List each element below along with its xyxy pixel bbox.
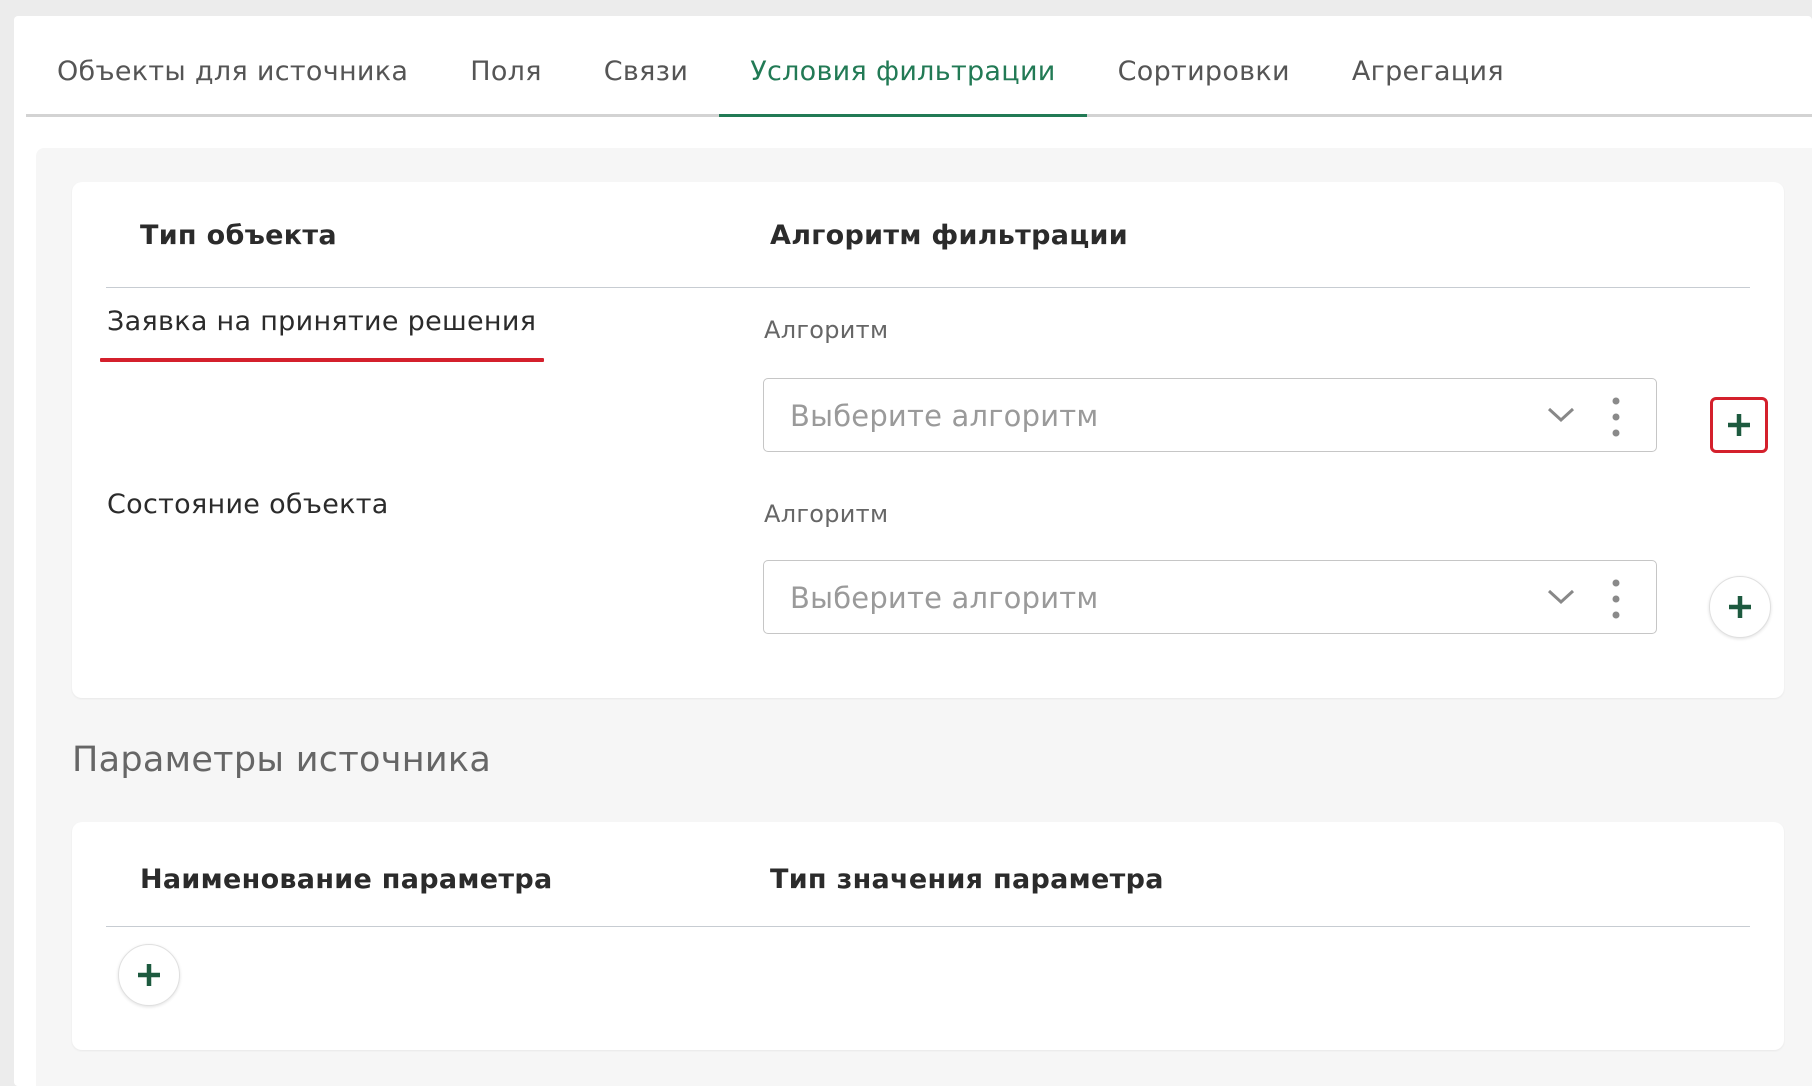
algorithm-select-placeholder: Выберите алгоритм [790,581,1099,615]
algorithm-select[interactable]: Выберите алгоритм [763,560,1657,634]
tab-sorting[interactable]: Сортировки [1087,40,1321,114]
tab-aggregation[interactable]: Агрегация [1321,40,1535,114]
filter-conditions-card: Тип объекта Алгоритм фильтрации Заявка н… [72,182,1784,698]
header-divider [106,926,1750,927]
vertical-dots-icon[interactable] [1612,579,1620,619]
tab-source-objects[interactable]: Объекты для источника [26,40,439,114]
add-algorithm-button[interactable] [1713,400,1765,450]
algorithm-select-placeholder: Выберите алгоритм [790,399,1099,433]
header-divider [106,287,1750,288]
algorithm-select[interactable]: Выберите алгоритм [763,378,1657,452]
algorithm-field-label: Алгоритм [764,500,889,528]
column-header-parameter-name: Наименование параметра [140,864,553,895]
column-header-parameter-type: Тип значения параметра [770,864,1164,895]
source-parameters-card: Наименование параметра Тип значения пара… [72,822,1784,1050]
plus-icon [1728,414,1750,436]
add-algorithm-button[interactable] [1709,576,1771,638]
plus-icon [1729,596,1751,618]
chevron-down-icon[interactable] [1546,405,1576,425]
algorithm-field-label: Алгоритм [764,316,889,344]
object-type-label: Состояние объекта [107,489,389,520]
vertical-dots-icon[interactable] [1612,397,1620,437]
column-header-object-type: Тип объекта [140,220,337,251]
source-parameters-title: Параметры источника [72,740,492,780]
tab-relations[interactable]: Связи [573,40,719,114]
highlight-underline [100,358,544,362]
add-parameter-button[interactable] [118,944,180,1006]
object-type-label: Заявка на принятие решения [107,306,537,337]
tab-filter-conditions[interactable]: Условия фильтрации [719,40,1088,117]
column-header-filter-algorithm: Алгоритм фильтрации [770,220,1128,251]
chevron-down-icon[interactable] [1546,587,1576,607]
plus-icon [138,964,160,986]
content-area: Тип объекта Алгоритм фильтрации Заявка н… [36,148,1812,1086]
tab-bar: Объекты для источника Поля Связи Условия… [26,40,1812,117]
tab-fields[interactable]: Поля [439,40,573,114]
